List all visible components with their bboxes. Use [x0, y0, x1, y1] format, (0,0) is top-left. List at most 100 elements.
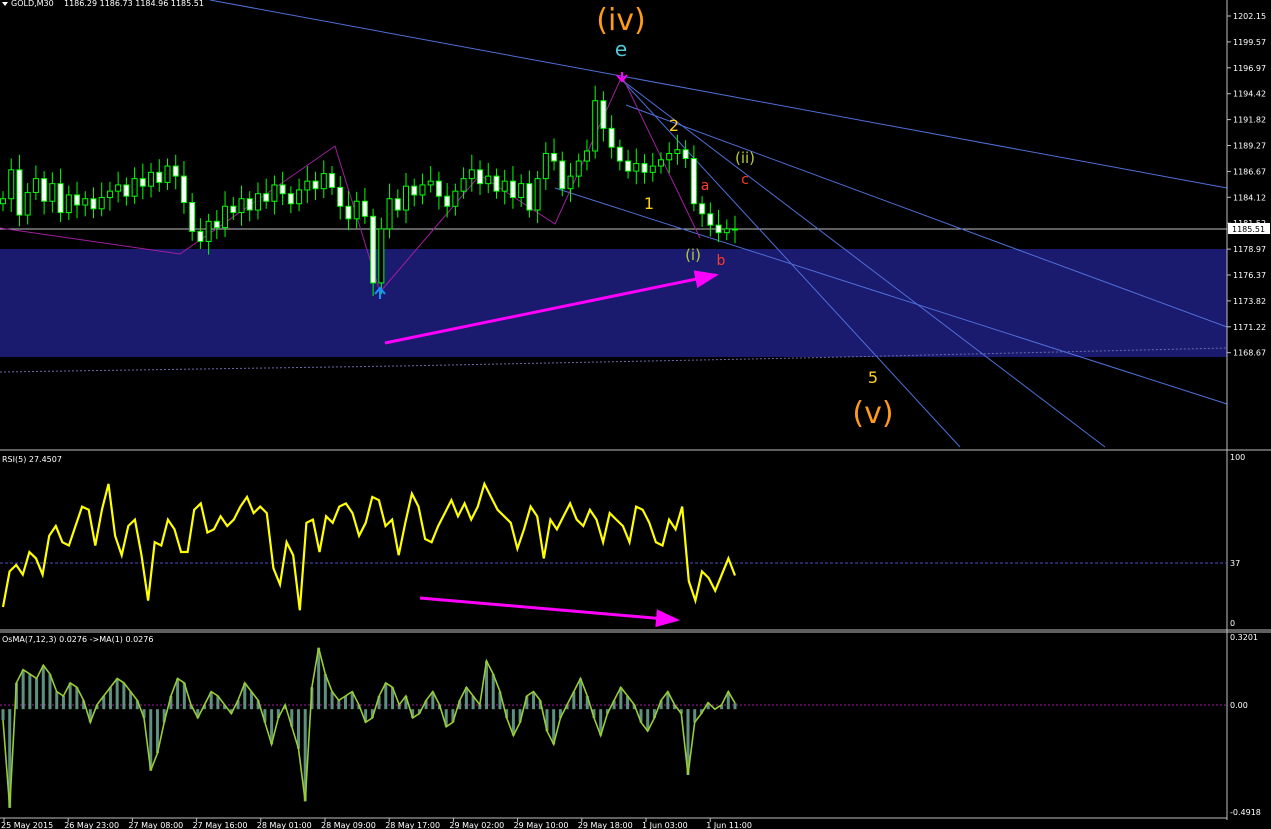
price-tick-label: 1196.97	[1233, 64, 1266, 73]
candle	[707, 202, 714, 237]
candle	[205, 213, 212, 255]
candle	[551, 138, 558, 171]
pane-borders	[0, 0, 1271, 820]
candle	[115, 171, 122, 203]
time-tick-label: 1 Jun 03:00	[642, 821, 688, 829]
candle	[361, 188, 368, 224]
wave-label-a: a	[701, 178, 710, 194]
candle	[32, 165, 39, 200]
time-tick-label: 25 May 2015	[1, 821, 53, 829]
candle	[649, 152, 656, 182]
candle	[296, 178, 303, 212]
candle	[180, 161, 187, 214]
candle	[732, 215, 738, 244]
candle	[106, 181, 113, 211]
time-tick-label: 27 May 16:00	[193, 821, 248, 829]
candle	[82, 191, 89, 217]
time-tick-label: 28 May 17:00	[385, 821, 440, 829]
chart-window: (iv) e 2 1 (ii) a c (i) b 5 (v) GOLD,M30…	[0, 0, 1271, 829]
candle	[501, 169, 508, 205]
time-tick-label: 29 May 18:00	[578, 821, 633, 829]
time-tick-label: 26 May 23:00	[64, 821, 119, 829]
price-tick-label: 1168.67	[1233, 349, 1266, 358]
time-tick-label: 28 May 01:00	[257, 821, 312, 829]
candle	[16, 154, 23, 227]
candle	[526, 170, 533, 218]
wave-label-2: 2	[669, 116, 679, 135]
price-tick-label: 1173.82	[1233, 297, 1266, 306]
candle	[328, 166, 335, 195]
wave-label-e: e	[615, 37, 627, 61]
candle	[616, 139, 623, 171]
candle	[337, 176, 344, 220]
current-price-tag: 1185.51	[1228, 223, 1270, 234]
candle	[139, 163, 146, 200]
candle	[633, 148, 640, 185]
candle	[435, 171, 442, 210]
wave-label-5: 5	[868, 368, 878, 387]
candle	[641, 154, 648, 184]
candle	[625, 149, 632, 179]
candle	[254, 182, 261, 220]
candle	[715, 210, 722, 243]
candle	[49, 172, 56, 213]
candle	[419, 173, 426, 205]
candle	[271, 175, 278, 215]
candle	[542, 142, 549, 190]
wave-label-b: b	[717, 253, 726, 269]
candle	[57, 168, 64, 222]
rsi-line	[1, 480, 737, 611]
trendline-upper	[209, 0, 1228, 189]
current-price-value: 1185.51	[1232, 225, 1265, 234]
candle	[156, 159, 163, 192]
candle	[608, 115, 615, 159]
price-tick-label: 1194.42	[1233, 90, 1266, 99]
candle	[600, 91, 607, 142]
time-tick-label: 29 May 10:00	[514, 821, 569, 829]
candle	[8, 158, 15, 212]
candle	[238, 185, 245, 226]
price-tick-label: 1176.37	[1233, 271, 1266, 280]
candle	[164, 158, 171, 190]
candle	[592, 85, 599, 159]
price-tick-label: 1191.82	[1233, 116, 1266, 125]
osma-tick-zero: 0.00	[1230, 701, 1248, 710]
candle	[131, 167, 138, 204]
osma-tick-bottom: -0.4918	[1230, 808, 1261, 817]
candle	[699, 196, 706, 227]
candle	[287, 186, 294, 214]
candle	[518, 174, 525, 207]
rsi-tick-100: 100	[1230, 453, 1245, 462]
wave-label-ii: (ii)	[735, 149, 755, 167]
candle	[172, 154, 179, 190]
candle	[24, 183, 31, 225]
price-tick-label: 1202.15	[1233, 12, 1266, 21]
candle	[279, 171, 286, 206]
candle	[148, 162, 155, 198]
candle	[0, 191, 6, 212]
ohlc-label: 1186.29 1186.73 1184.96 1185.51	[64, 0, 204, 8]
candle	[411, 178, 418, 207]
candle	[197, 218, 204, 249]
price-pane: (iv) e 2 1 (ii) a c (i) b 5 (v) GOLD,M30…	[0, 0, 1228, 448]
candle	[246, 191, 253, 222]
rsi-tick-0: 0	[1230, 619, 1235, 628]
osma-pane: OsMA(7,12,3) 0.0276 ->MA(1) 0.0276 0.320…	[0, 633, 1261, 817]
candle	[509, 166, 516, 209]
candle	[657, 152, 664, 174]
candle	[444, 183, 451, 218]
osma-label: OsMA(7,12,3) 0.0276 ->MA(1) 0.0276	[2, 635, 153, 644]
osma-tick-top: 0.3201	[1230, 633, 1258, 642]
chart-menu-icon[interactable]	[2, 2, 8, 6]
time-tick-label: 28 May 09:00	[321, 821, 376, 829]
candle	[493, 168, 500, 199]
candle	[575, 153, 582, 188]
candle	[74, 181, 81, 219]
osma-histogram	[1, 647, 737, 808]
price-tick-label: 1184.12	[1233, 193, 1266, 202]
candle	[394, 189, 401, 218]
candle	[485, 162, 492, 194]
candle	[222, 191, 229, 238]
candle	[477, 160, 484, 195]
candle	[682, 140, 689, 168]
